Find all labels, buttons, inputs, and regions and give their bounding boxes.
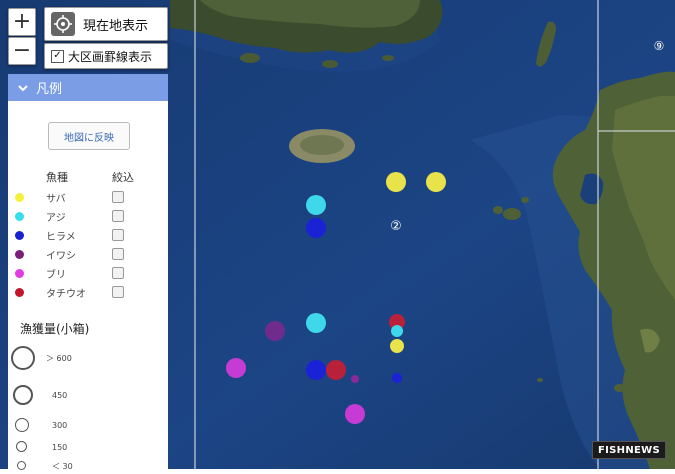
species-header: 魚種: [46, 171, 68, 184]
species-color-dot: [15, 212, 24, 221]
species-row: サバ: [8, 188, 168, 207]
filter-header: 絞込: [112, 171, 134, 184]
species-row: アジ: [8, 207, 168, 226]
zoom-in-button[interactable]: +: [8, 8, 36, 36]
catch-marker-buri[interactable]: [226, 358, 246, 378]
catch-marker-tachiuo[interactable]: [326, 360, 346, 380]
species-row: ヒラメ: [8, 226, 168, 245]
size-circle-icon: [13, 385, 33, 405]
size-circle-icon: [11, 346, 35, 370]
catch-marker-aji[interactable]: [306, 195, 326, 215]
species-filter-checkbox[interactable]: [112, 191, 124, 203]
species-color-dot: [15, 250, 24, 259]
fishnews-watermark: FISHNEWS: [592, 441, 666, 459]
catch-marker-iwashi[interactable]: [265, 321, 285, 341]
species-color-dot: [15, 231, 24, 240]
catch-marker-saba[interactable]: [386, 172, 406, 192]
species-row: タチウオ: [8, 283, 168, 302]
catch-marker-hirame[interactable]: [306, 360, 326, 380]
species-filter-checkbox[interactable]: [112, 286, 124, 298]
minus-icon: −: [12, 38, 32, 63]
grid-checkbox[interactable]: ✓: [51, 49, 64, 63]
catch-marker-iwashi[interactable]: [351, 375, 359, 383]
species-name: サバ: [46, 194, 66, 205]
current-location-label: 現在地表示: [83, 18, 149, 34]
grid-toggle-label: 大区画罫線表示: [68, 49, 153, 64]
area-label-9: ⑨: [654, 39, 665, 53]
catch-marker-hirame[interactable]: [306, 218, 326, 238]
legend-panel: 凡例 地図に反映 魚種 絞込 サバ アジ ヒラメ イワシ ブリ タチウオ 漁獲量…: [8, 74, 168, 474]
size-circle-icon: [16, 441, 27, 452]
zoom-out-button[interactable]: −: [8, 37, 36, 65]
chevron-down-icon: [18, 84, 28, 91]
size-label: ＞ 600: [46, 354, 72, 363]
current-location-button[interactable]: 現在地表示: [44, 7, 168, 41]
species-color-dot: [15, 269, 24, 278]
species-row: ブリ: [8, 264, 168, 283]
legend-title: 凡例: [36, 82, 63, 97]
size-label: ＜ 30: [52, 462, 73, 471]
species-filter-checkbox[interactable]: [112, 210, 124, 222]
species-filter-checkbox[interactable]: [112, 229, 124, 241]
legend-header[interactable]: 凡例: [8, 74, 168, 101]
catch-marker-saba[interactable]: [390, 339, 404, 353]
size-label: 150: [52, 443, 68, 452]
grid-toggle[interactable]: ✓ 大区画罫線表示: [44, 43, 168, 69]
species-color-dot: [15, 193, 24, 202]
species-filter-checkbox[interactable]: [112, 267, 124, 279]
plus-icon: +: [12, 9, 32, 34]
apply-to-map-button[interactable]: 地図に反映: [48, 122, 130, 150]
size-label: 300: [52, 421, 68, 430]
catch-marker-aji[interactable]: [391, 325, 403, 337]
species-name: イワシ: [46, 251, 76, 262]
jeju-island: [289, 129, 355, 163]
species-row: イワシ: [8, 245, 168, 264]
species-name: ヒラメ: [46, 232, 76, 243]
catch-marker-hirame[interactable]: [392, 373, 402, 383]
species-name: ブリ: [46, 270, 66, 281]
species-filter-checkbox[interactable]: [112, 248, 124, 260]
catch-marker-buri[interactable]: [345, 404, 365, 424]
species-name: アジ: [46, 213, 66, 224]
species-name: タチウオ: [46, 289, 86, 300]
catch-marker-saba[interactable]: [426, 172, 446, 192]
species-color-dot: [15, 288, 24, 297]
area-label-2: ②: [390, 219, 402, 234]
catch-marker-aji[interactable]: [306, 313, 326, 333]
size-circle-icon: [15, 418, 29, 432]
catch-volume-title: 漁獲量(小箱): [20, 322, 90, 336]
size-label: 450: [52, 391, 68, 400]
crosshair-icon: [51, 12, 75, 36]
